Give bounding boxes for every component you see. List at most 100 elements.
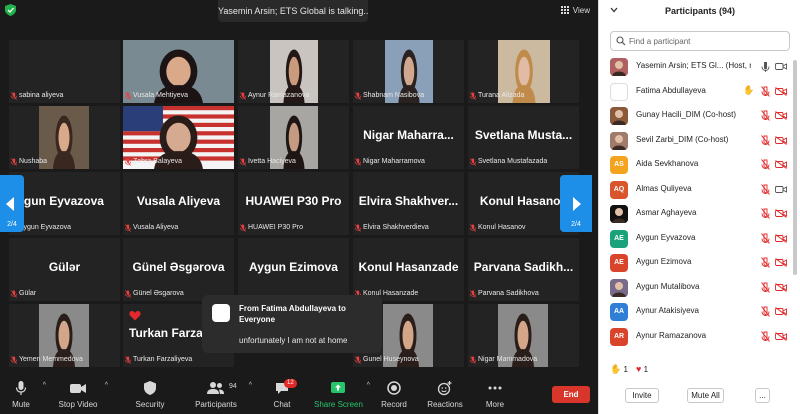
mute-button[interactable]: Mute ^ (6, 376, 46, 414)
muted-mic-icon[interactable] (761, 330, 770, 342)
smiley-plus-icon (437, 381, 452, 396)
participant-row[interactable]: AE Aygun Ezimova (599, 251, 800, 275)
video-tile[interactable]: HUAWEI P30 Pro HUAWEI P30 Pro (238, 172, 349, 235)
video-tile[interactable]: Zohra Balayeva (123, 106, 234, 169)
security-label: Security (135, 400, 165, 409)
video-off-icon[interactable] (775, 282, 787, 292)
participant-row[interactable]: Fatima Abdullayeva ✋ (599, 80, 800, 104)
share-options-caret[interactable]: ^ (367, 382, 370, 389)
video-off-icon[interactable] (775, 111, 787, 120)
more-button[interactable]: More (482, 376, 508, 414)
participant-list-scrollbar[interactable] (793, 60, 797, 350)
video-tile[interactable]: Günel Əsgərova Günel Əsgarova (123, 238, 234, 301)
video-tile[interactable]: Gülər Gülar (9, 238, 120, 301)
mute-all-button[interactable]: Mute All (687, 388, 724, 403)
muted-mic-icon[interactable] (761, 281, 770, 293)
previous-page-button[interactable]: 2/4 (0, 175, 24, 232)
video-tile[interactable]: Aygun Eyvazova Aygun Eyvazova (9, 172, 120, 235)
video-tile[interactable]: Yemen Memmedova (9, 304, 120, 367)
heart-reaction-icon (129, 311, 141, 321)
video-tile[interactable]: Ivetta Haciyeva (238, 106, 349, 169)
shield-check-icon[interactable] (5, 4, 16, 16)
video-off-icon[interactable] (775, 307, 787, 316)
next-page-button[interactable]: 2/4 (560, 175, 592, 232)
participant-name: Sevil Zarbi_DIM (Co-host) (636, 134, 729, 144)
participant-name: Yasemin Arsin; ETS Gl... (Host, me) (636, 61, 751, 70)
participant-search-input[interactable] (629, 34, 787, 48)
record-button[interactable]: Record (380, 376, 408, 414)
video-off-icon[interactable] (775, 160, 787, 169)
participant-row[interactable]: Gunay Hacili_DIM (Co-host) (599, 104, 800, 128)
video-tile-name-text: Ivetta Haciyeva (248, 158, 296, 165)
stop-video-button[interactable]: Stop Video ^ (58, 376, 109, 414)
end-meeting-button[interactable]: End (552, 386, 590, 403)
participant-avatar: AQ (610, 180, 628, 199)
video-off-icon[interactable] (775, 209, 787, 218)
muted-mic-icon[interactable] (761, 257, 770, 268)
reactions-button[interactable]: Reactions (425, 376, 465, 414)
video-tile[interactable]: Shabnam Nasibova (353, 40, 464, 103)
participant-row[interactable]: Sevil Zarbi_DIM (Co-host) (599, 129, 800, 153)
participant-row[interactable]: AE Aygun Eyvazova (599, 227, 800, 251)
video-tile[interactable]: Aynur Ramazanova (238, 40, 349, 103)
invite-button[interactable]: Invite (625, 388, 659, 403)
chat-button[interactable]: Chat 12 (270, 376, 297, 414)
video-tile[interactable]: Turana Alizada (468, 40, 579, 103)
video-tile[interactable]: Aygun Ezimova (238, 238, 349, 301)
view-button[interactable]: View (560, 2, 590, 18)
participant-row[interactable]: Aygun Mutalibova (599, 276, 800, 300)
video-tile-name-text: Nushaba (19, 158, 48, 165)
participant-row[interactable]: AS Aida Sevkhanova (599, 153, 800, 177)
video-camera-icon[interactable] (775, 185, 787, 194)
video-off-icon[interactable] (775, 135, 787, 145)
participant-row[interactable]: Yasemin Arsin; ETS Gl... (Host, me) (599, 55, 800, 79)
heart-count-value: 1 (643, 365, 649, 374)
arrow-left-icon (6, 197, 14, 211)
participant-row[interactable]: Asmar Aghayeva (599, 202, 800, 226)
video-tile-name-text: Yemen Memmedova (19, 356, 83, 363)
video-tile-name-text: Gunel Huseynova (363, 356, 419, 363)
muted-mic-icon (240, 92, 246, 100)
participants-options-caret[interactable]: ^ (249, 382, 252, 389)
security-button[interactable]: Security (133, 376, 167, 414)
participant-row[interactable]: AA Aynur Atakisiyeva (599, 300, 800, 324)
video-options-caret[interactable]: ^ (105, 382, 108, 389)
video-tile[interactable]: Svetlana Musta... Svetlana Mustafazada (468, 106, 579, 169)
video-tile[interactable]: Nigar Maharra... Nigar Maharramova (353, 106, 464, 169)
video-tile-name-text: Vusala Mehtiyeva (133, 92, 188, 99)
participant-avatar: AE (610, 254, 628, 272)
video-off-icon[interactable] (775, 233, 787, 243)
mute-options-caret[interactable]: ^ (43, 382, 46, 389)
video-off-icon[interactable] (775, 258, 787, 267)
video-camera-icon[interactable] (775, 62, 787, 71)
video-tile[interactable]: Nigar Mammadova (468, 304, 579, 367)
muted-mic-icon[interactable] (761, 159, 770, 170)
muted-mic-icon[interactable] (761, 232, 770, 244)
scrollbar-thumb[interactable] (793, 60, 797, 275)
participant-row[interactable]: AR Aynur Ramazanova (599, 325, 800, 349)
video-tile[interactable]: Konul Hasanzade Konul Hasanzade (353, 238, 464, 301)
muted-mic-icon[interactable] (761, 110, 770, 121)
video-tile[interactable]: Elvira Shakhver... Elvira Shakhverdieva (353, 172, 464, 235)
video-tile[interactable]: Vusala Aliyeva Vusala Aliyeva (123, 172, 234, 235)
video-tile[interactable]: Parvana Sadikh... Parvana Sadikhova (468, 238, 579, 301)
participant-row[interactable]: AQ Almas Quliyeva (599, 178, 800, 202)
share-screen-button[interactable]: Share Screen ^ (314, 376, 370, 414)
chat-notification[interactable]: From Fatima Abdullayeva to Everyone unfo… (202, 295, 382, 353)
microphone-icon[interactable] (761, 61, 770, 72)
video-tile[interactable]: Nushaba (9, 106, 120, 169)
muted-mic-icon[interactable] (761, 208, 770, 219)
participant-search[interactable] (610, 31, 790, 51)
video-tile[interactable]: Vusala Mehtiyeva (123, 40, 234, 103)
muted-mic-icon[interactable] (761, 85, 770, 97)
muted-mic-icon[interactable] (761, 306, 770, 317)
raised-hand-count: ✋ 1 (610, 364, 628, 375)
muted-mic-icon[interactable] (761, 134, 770, 146)
video-off-icon[interactable] (775, 331, 787, 341)
video-off-icon[interactable] (775, 86, 787, 96)
video-tile[interactable]: sabina aliyeva (9, 40, 120, 103)
panel-more-button[interactable]: ... (755, 388, 770, 403)
participants-button[interactable]: Participants 94 ^ (192, 376, 252, 414)
video-tile-name-text: Nigar Mammadova (478, 356, 538, 363)
muted-mic-icon[interactable] (761, 183, 770, 195)
